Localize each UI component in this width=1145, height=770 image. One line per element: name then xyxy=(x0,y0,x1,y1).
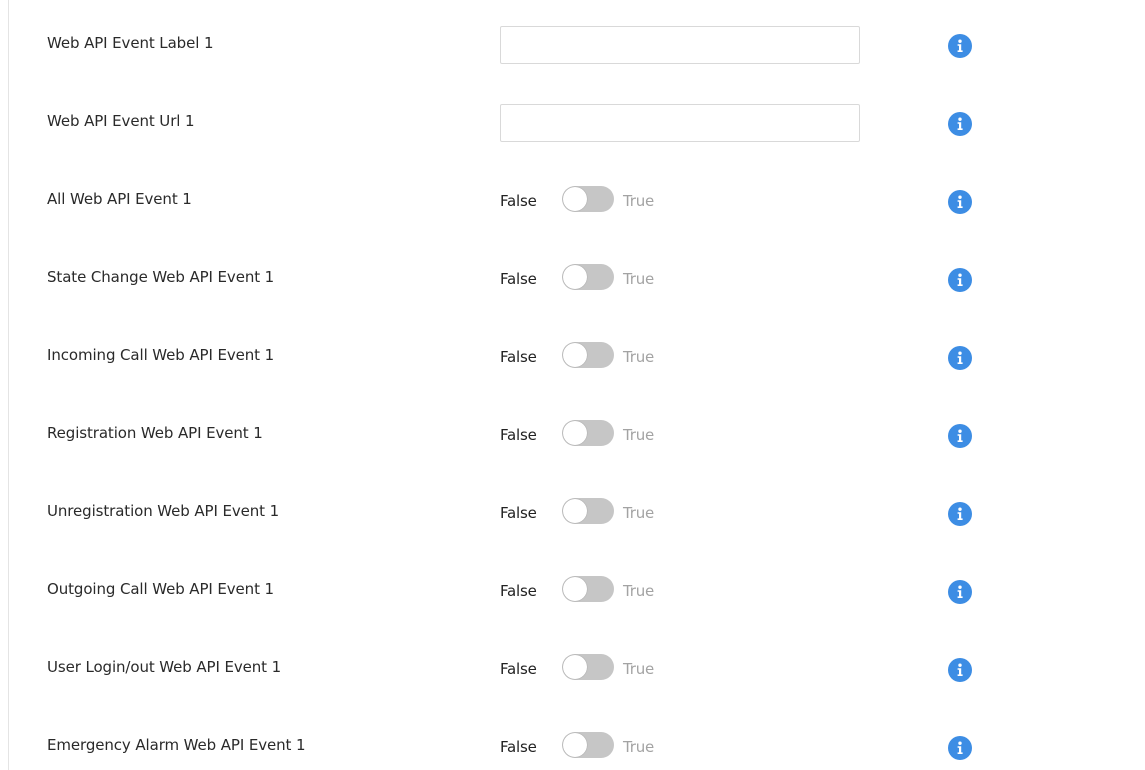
toggle-false-label: False xyxy=(500,270,537,288)
info-icon[interactable] xyxy=(948,424,972,448)
settings-panel: Web API Event Label 1 Web API Event Url … xyxy=(8,0,1145,770)
setting-row-outgoing-call-web-api-event: Outgoing Call Web API Event 1 False True xyxy=(9,568,1109,608)
setting-row-web-api-event-label: Web API Event Label 1 xyxy=(9,22,1109,64)
user-login-out-web-api-event-toggle[interactable] xyxy=(562,654,614,680)
info-icon[interactable] xyxy=(948,34,972,58)
setting-label: State Change Web API Event 1 xyxy=(47,268,275,286)
setting-row-all-web-api-event: All Web API Event 1 False True xyxy=(9,178,1109,218)
incoming-call-web-api-event-toggle[interactable] xyxy=(562,342,614,368)
setting-label: Web API Event Label 1 xyxy=(47,34,214,52)
setting-row-user-login-out-web-api-event: User Login/out Web API Event 1 False Tru… xyxy=(9,646,1109,686)
toggle-knob xyxy=(563,421,587,445)
info-icon[interactable] xyxy=(948,580,972,604)
setting-label: All Web API Event 1 xyxy=(47,190,192,208)
toggle-false-label: False xyxy=(500,582,537,600)
toggle-true-label: True xyxy=(623,582,655,600)
toggle-true-label: True xyxy=(623,348,655,366)
info-icon[interactable] xyxy=(948,112,972,136)
toggle-knob xyxy=(563,499,587,523)
setting-label: Web API Event Url 1 xyxy=(47,112,195,130)
setting-row-registration-web-api-event: Registration Web API Event 1 False True xyxy=(9,412,1109,452)
setting-row-unregistration-web-api-event: Unregistration Web API Event 1 False Tru… xyxy=(9,490,1109,530)
toggle-false-label: False xyxy=(500,504,537,522)
toggle-true-label: True xyxy=(623,426,655,444)
toggle-knob xyxy=(563,733,587,757)
toggle-true-label: True xyxy=(623,738,655,756)
info-icon[interactable] xyxy=(948,658,972,682)
info-icon[interactable] xyxy=(948,346,972,370)
setting-label: User Login/out Web API Event 1 xyxy=(47,658,282,676)
toggle-knob xyxy=(563,187,587,211)
web-api-event-label-input[interactable] xyxy=(500,26,860,64)
toggle-true-label: True xyxy=(623,504,655,522)
toggle-knob xyxy=(563,577,587,601)
toggle-true-label: True xyxy=(623,192,655,210)
setting-label: Unregistration Web API Event 1 xyxy=(47,502,280,520)
info-icon[interactable] xyxy=(948,502,972,526)
toggle-knob xyxy=(563,343,587,367)
toggle-false-label: False xyxy=(500,660,537,678)
outgoing-call-web-api-event-toggle[interactable] xyxy=(562,576,614,602)
state-change-web-api-event-toggle[interactable] xyxy=(562,264,614,290)
setting-row-emergency-alarm-web-api-event: Emergency Alarm Web API Event 1 False Tr… xyxy=(9,724,1109,764)
registration-web-api-event-toggle[interactable] xyxy=(562,420,614,446)
setting-label: Incoming Call Web API Event 1 xyxy=(47,346,275,364)
web-api-event-url-input[interactable] xyxy=(500,104,860,142)
setting-row-incoming-call-web-api-event: Incoming Call Web API Event 1 False True xyxy=(9,334,1109,374)
toggle-false-label: False xyxy=(500,348,537,366)
toggle-false-label: False xyxy=(500,192,537,210)
info-icon[interactable] xyxy=(948,736,972,760)
toggle-false-label: False xyxy=(500,738,537,756)
setting-label: Registration Web API Event 1 xyxy=(47,424,263,442)
setting-row-state-change-web-api-event: State Change Web API Event 1 False True xyxy=(9,256,1109,296)
toggle-knob xyxy=(563,655,587,679)
toggle-true-label: True xyxy=(623,660,655,678)
setting-label: Outgoing Call Web API Event 1 xyxy=(47,580,274,598)
setting-label: Emergency Alarm Web API Event 1 xyxy=(47,736,306,754)
toggle-false-label: False xyxy=(500,426,537,444)
info-icon[interactable] xyxy=(948,268,972,292)
toggle-true-label: True xyxy=(623,270,655,288)
setting-row-web-api-event-url: Web API Event Url 1 xyxy=(9,100,1109,142)
all-web-api-event-toggle[interactable] xyxy=(562,186,614,212)
emergency-alarm-web-api-event-toggle[interactable] xyxy=(562,732,614,758)
toggle-knob xyxy=(563,265,587,289)
unregistration-web-api-event-toggle[interactable] xyxy=(562,498,614,524)
info-icon[interactable] xyxy=(948,190,972,214)
